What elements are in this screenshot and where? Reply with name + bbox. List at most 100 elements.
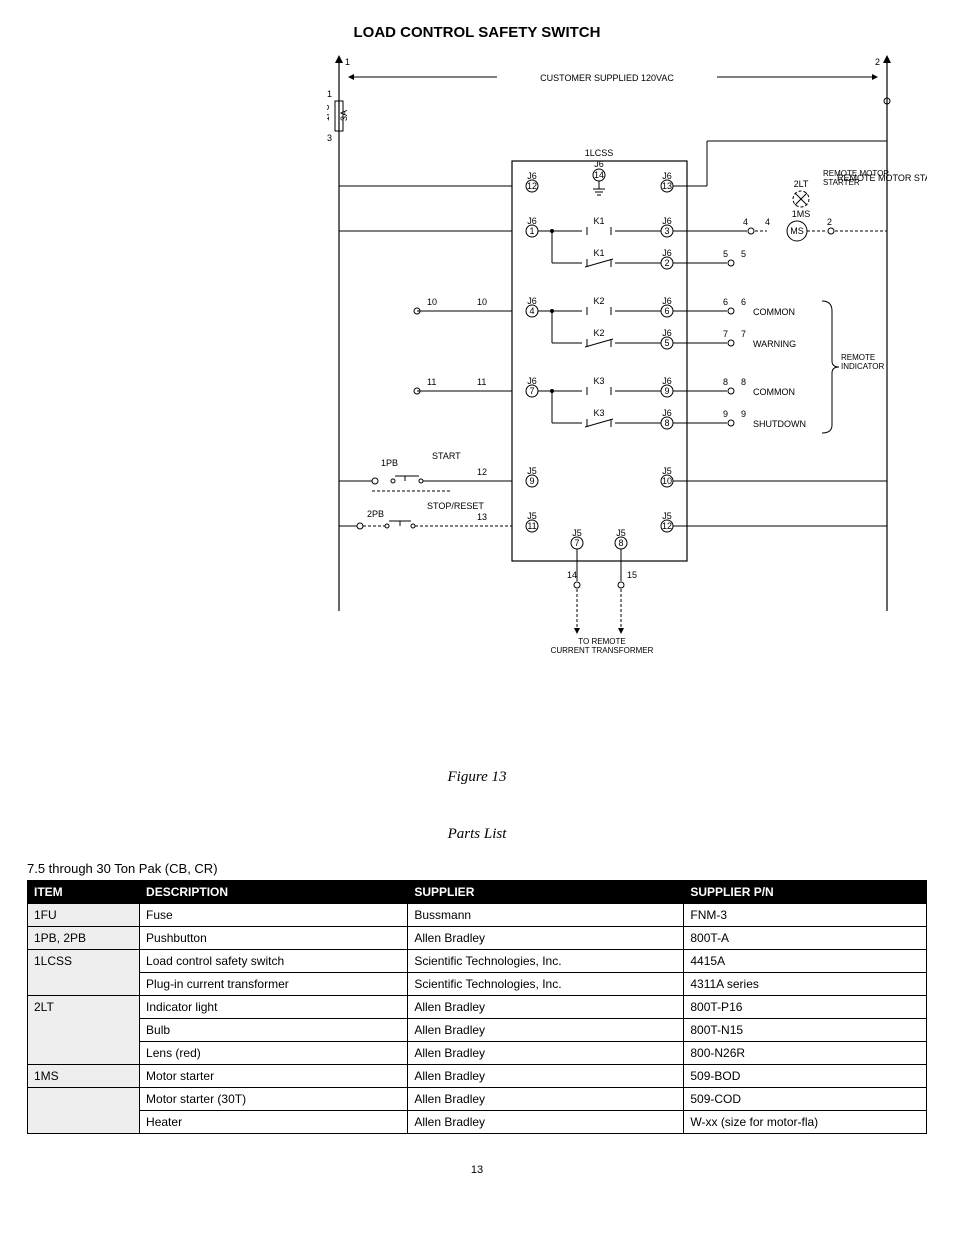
svg-text:5: 5 <box>741 249 746 259</box>
wire-7: 7 <box>723 329 728 339</box>
common-1: COMMON <box>753 307 795 317</box>
wire-13: 13 <box>477 512 487 522</box>
svg-text:7: 7 <box>741 329 746 339</box>
stop-label: STOP/RESET <box>427 501 484 511</box>
table-title: 7.5 through 30 Ton Pak (CB, CR) <box>27 861 927 876</box>
svg-text:14: 14 <box>594 170 604 180</box>
fuse-label: 1FU <box>327 104 331 121</box>
svg-text:8: 8 <box>664 418 669 428</box>
svg-text:2: 2 <box>664 258 669 268</box>
col-description: DESCRIPTION <box>140 881 408 904</box>
terminal-j6-3: J6 3 <box>661 216 673 237</box>
ms-coil: MS <box>790 226 804 236</box>
warning-label: WARNING <box>753 339 796 349</box>
svg-text:5: 5 <box>664 338 669 348</box>
parts-caption: Parts List <box>27 826 927 843</box>
wire-5: 5 <box>723 249 728 259</box>
svg-text:J6: J6 <box>594 159 604 169</box>
col-pn: SUPPLIER P/N <box>684 881 927 904</box>
svg-text:1: 1 <box>529 226 534 236</box>
wiring-diagram: 1 2 CUSTOMER SUPPLIED 120VAC 1FU 1 3A 3 … <box>327 41 927 761</box>
wire-2: 2 <box>875 57 880 67</box>
terminal-j6-2: J6 2 <box>661 248 673 269</box>
wire-6: 6 <box>723 297 728 307</box>
parts-table: ITEM DESCRIPTION SUPPLIER SUPPLIER P/N 1… <box>27 880 927 1134</box>
terminal-j5-9: J5 9 <box>526 466 538 487</box>
svg-text:12: 12 <box>527 181 537 191</box>
svg-text:3: 3 <box>664 226 669 236</box>
svg-text:2: 2 <box>827 217 832 227</box>
terminal-j6-12: J6 12 <box>526 171 538 192</box>
wire-3: 3 <box>327 133 332 143</box>
relay-k1-nc: K1 <box>593 248 604 258</box>
terminal-j6-14: J6 14 <box>593 159 605 195</box>
stop-button-ref: 2PB <box>367 509 384 519</box>
wire-10: 10 <box>427 297 437 307</box>
svg-text:9: 9 <box>529 476 534 486</box>
svg-text:12: 12 <box>662 521 672 531</box>
wire-8: 8 <box>723 377 728 387</box>
col-item: ITEM <box>28 881 140 904</box>
ms-ref: 1MS <box>792 209 811 219</box>
table-row: Lens (red)Allen Bradley800-N26R <box>28 1042 927 1065</box>
terminal-j6-4: J6 4 <box>526 296 538 317</box>
table-row: 1MSMotor starter Allen Bradley509-BOD <box>28 1065 927 1088</box>
module-label: 1LCSS <box>585 148 614 158</box>
terminal-j6-9: J6 9 <box>661 376 673 397</box>
terminal-j6-13: J6 13 <box>661 171 673 192</box>
table-row: 2LTIndicator light Allen Bradley800T-P16 <box>28 996 927 1019</box>
svg-text:9: 9 <box>664 386 669 396</box>
wire-4b: 4 <box>765 217 770 227</box>
table-row: 1PB, 2PBPushbutton Allen Bradley800T-A <box>28 927 927 950</box>
remote-indicator-label: REMOTEINDICATOR <box>841 353 911 371</box>
start-label: START <box>432 451 461 461</box>
terminal-j6-8: J6 8 <box>661 408 673 429</box>
supply-label: CUSTOMER SUPPLIED 120VAC <box>540 73 674 83</box>
wire-9: 9 <box>723 409 728 419</box>
wire-12: 12 <box>477 467 487 477</box>
table-row: Motor starter (30T) Allen Bradley509-COD <box>28 1088 927 1111</box>
terminal-j5-7: J5 7 <box>571 528 583 549</box>
terminal-j6-5: J6 5 <box>661 328 673 349</box>
common-2: COMMON <box>753 387 795 397</box>
wire-11: 11 <box>427 377 436 387</box>
svg-text:4: 4 <box>529 306 534 316</box>
wire-1b: 1 <box>327 89 332 99</box>
diagram-title: LOAD CONTROL SAFETY SWITCH <box>27 24 927 41</box>
figure-caption: Figure 13 <box>27 769 927 786</box>
fuse-rating: 3A <box>339 110 349 121</box>
terminal-j5-8: J5 8 <box>615 528 627 549</box>
svg-text:11: 11 <box>477 377 486 387</box>
svg-text:6: 6 <box>664 306 669 316</box>
relay-k2-nc: K2 <box>593 328 604 338</box>
col-supplier: SUPPLIER <box>408 881 684 904</box>
wire-15: 15 <box>627 570 637 580</box>
svg-text:6: 6 <box>741 297 746 307</box>
start-button-ref: 1PB <box>381 458 398 468</box>
relay-k3-nc: K3 <box>593 408 604 418</box>
table-row: HeaterAllen BradleyW-xx (size for motor-… <box>28 1111 927 1134</box>
svg-text:13: 13 <box>662 181 672 191</box>
table-row: 1FUFuse BussmannFNM-3 <box>28 904 927 927</box>
table-row: Plug-in current transformerScientific Te… <box>28 973 927 996</box>
relay-k3: K3 <box>593 376 604 386</box>
svg-text:10: 10 <box>477 297 487 307</box>
wire-14: 14 <box>567 570 577 580</box>
svg-text:7: 7 <box>574 538 579 548</box>
relay-k1: K1 <box>593 216 604 226</box>
svg-text:9: 9 <box>741 409 746 419</box>
page-number: 13 <box>27 1164 927 1176</box>
terminal-j5-10: J5 10 <box>661 466 673 487</box>
svg-text:11: 11 <box>527 521 536 531</box>
svg-text:8: 8 <box>741 377 746 387</box>
relay-k2: K2 <box>593 296 604 306</box>
terminal-j6-6: J6 6 <box>661 296 673 317</box>
terminal-j5-11: J5 11 <box>526 511 538 532</box>
wire-4: 4 <box>743 217 748 227</box>
terminal-j6-1: J6 1 <box>526 216 538 237</box>
svg-text:8: 8 <box>618 538 623 548</box>
terminal-j6-7: J6 7 <box>526 376 538 397</box>
table-row: 1LCSSLoad control safety switch Scientif… <box>28 950 927 973</box>
shutdown-label: SHUTDOWN <box>753 419 806 429</box>
ct-label: TO REMOTECURRENT TRANSFORMER <box>527 637 677 655</box>
